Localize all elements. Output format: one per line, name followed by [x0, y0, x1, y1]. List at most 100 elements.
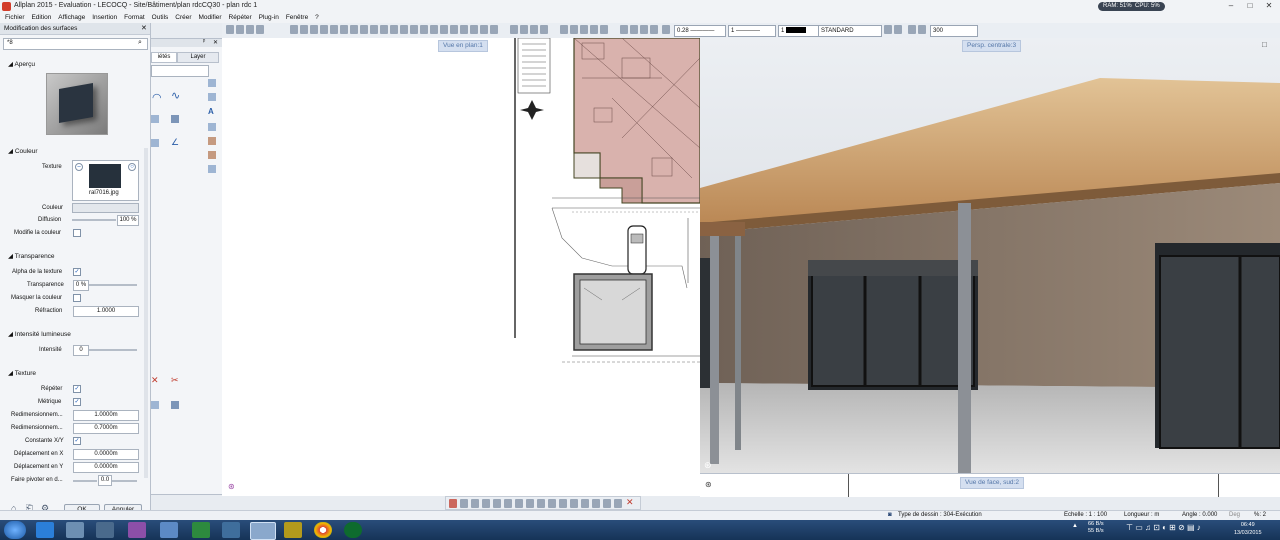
circle-tool-icon[interactable]: ◠: [152, 91, 162, 104]
eyedropper-icon[interactable]: [640, 25, 648, 34]
grid-tool-icon[interactable]: [151, 139, 159, 147]
measure-icon[interactable]: [410, 25, 418, 34]
allplan-task-icon[interactable]: [250, 522, 276, 540]
green-app-icon[interactable]: [344, 522, 362, 538]
bottom-tool-12-icon[interactable]: [570, 499, 578, 508]
resize1-input[interactable]: 1.0000m: [73, 410, 139, 421]
palette2-close-icon[interactable]: ✕: [213, 39, 218, 46]
format-props-icon[interactable]: [908, 25, 916, 34]
section-transparency[interactable]: ◢ Transparence: [8, 252, 55, 260]
rect-tool-icon[interactable]: [151, 115, 159, 123]
layer-select[interactable]: STANDARD: [818, 25, 882, 37]
delete-icon[interactable]: [310, 25, 318, 34]
eraser-icon[interactable]: [540, 25, 548, 34]
excel-icon[interactable]: [192, 522, 210, 538]
bottom-tool-6-icon[interactable]: [504, 499, 512, 508]
bottom-tool-15-icon[interactable]: [603, 499, 611, 508]
bottom-tool-9-icon[interactable]: [537, 499, 545, 508]
palette2-dropdown[interactable]: [151, 65, 209, 77]
palette2-pin-icon[interactable]: ᵖ: [203, 39, 205, 45]
measure-tool-icon[interactable]: [530, 25, 538, 34]
text-icon[interactable]: [430, 25, 438, 34]
brush-icon[interactable]: [490, 25, 498, 34]
element-icon[interactable]: [450, 25, 458, 34]
rotate-slider[interactable]: [73, 480, 97, 482]
refraction-input[interactable]: 1.0000: [73, 306, 139, 317]
rotate-icon[interactable]: [330, 25, 338, 34]
browse-texture-icon[interactable]: ○: [128, 163, 136, 171]
menu-fichier[interactable]: Fichier: [5, 13, 25, 23]
offset-icon[interactable]: [380, 25, 388, 34]
bottom-tool-4-icon[interactable]: [482, 499, 490, 508]
tray-icons[interactable]: ⊤ ▭ ♫ ⊡ ◐ ⊞ ⊘ ▤ ♪: [1126, 523, 1201, 532]
paste-icon[interactable]: [300, 25, 308, 34]
bottom-tool-13-icon[interactable]: [581, 499, 589, 508]
section-texture[interactable]: ◢ Texture: [8, 369, 36, 377]
side-tool-1-icon[interactable]: [208, 79, 216, 87]
menu-repeter[interactable]: Répéter: [229, 13, 252, 23]
color-field[interactable]: [72, 203, 139, 213]
windows-explorer-icon[interactable]: [96, 522, 114, 538]
line-tool-icon[interactable]: [510, 25, 518, 34]
document-icon[interactable]: [160, 522, 178, 538]
remove-texture-icon[interactable]: –: [75, 163, 83, 171]
section-color[interactable]: ◢ Couleur: [8, 147, 38, 155]
grid-icon[interactable]: [580, 25, 588, 34]
close-icon[interactable]: ✕: [1260, 1, 1278, 11]
viewport-maximize-icon[interactable]: □: [1262, 40, 1267, 49]
offset-x-input[interactable]: 0.0000m: [73, 449, 139, 460]
panel-scrollbar[interactable]: [144, 148, 148, 478]
menu-edition[interactable]: Edition: [31, 13, 51, 23]
select-icon[interactable]: [226, 25, 234, 34]
transparency-slider[interactable]: [89, 284, 137, 286]
line-type-select[interactable]: 1 ————: [728, 25, 776, 37]
menu-insertion[interactable]: Insertion: [92, 13, 117, 23]
rotate-slider-right[interactable]: [112, 480, 137, 482]
diffusion-input[interactable]: 100 %: [117, 215, 139, 226]
side-tool-5-icon[interactable]: [208, 137, 216, 145]
section-light[interactable]: ◢ Intensité lumineuse: [8, 330, 71, 338]
bottom-tool-8-icon[interactable]: [526, 499, 534, 508]
word-icon[interactable]: [284, 522, 302, 538]
view-icon[interactable]: [560, 25, 568, 34]
transparency-input[interactable]: 0 %: [73, 280, 89, 291]
ie-icon[interactable]: [36, 522, 54, 538]
side-tool-7-icon[interactable]: [208, 165, 216, 173]
front-view-label[interactable]: Vue de face, sud:2: [960, 477, 1024, 489]
copy-icon[interactable]: [290, 25, 298, 34]
panel-close-icon[interactable]: ✕: [141, 24, 147, 32]
modify-color-checkbox[interactable]: [73, 229, 81, 237]
angle-unit-text[interactable]: Deg: [1229, 512, 1240, 518]
texture-swatch[interactable]: ral7016.jpg – ○: [72, 160, 139, 201]
diffusion-slider[interactable]: [72, 219, 116, 221]
bottom-tool-5-icon[interactable]: [493, 499, 501, 508]
view-cube-icon[interactable]: ⊛: [704, 460, 712, 471]
explorer-tool-icon[interactable]: [66, 522, 84, 538]
angle-text[interactable]: Angle : 0.000: [1182, 512, 1217, 518]
messenger-icon[interactable]: [128, 522, 146, 538]
zoom-icon[interactable]: [236, 25, 244, 34]
tab-properties[interactable]: iétés: [151, 52, 177, 63]
menu-creer[interactable]: Créer: [175, 13, 191, 23]
menu-affichage[interactable]: Affichage: [58, 13, 85, 23]
bottom-tool-7-icon[interactable]: [515, 499, 523, 508]
percent-text[interactable]: %: 2: [1254, 512, 1266, 518]
maximize-icon[interactable]: □: [1241, 1, 1259, 11]
drawing-type-text[interactable]: Type de dessin : 304-Exécution: [898, 512, 982, 518]
plan-viewport[interactable]: Vue en plan:1 ⊛: [222, 38, 700, 496]
bottom-tool-3-icon[interactable]: [471, 499, 479, 508]
perspective-viewport[interactable]: Persp. centrale:3 ⊛: [700, 38, 1280, 473]
redo-icon[interactable]: [360, 25, 368, 34]
edit-pen-icon[interactable]: [449, 499, 457, 508]
pick-icon[interactable]: [630, 25, 638, 34]
pen-thickness-select[interactable]: 0.28 ————: [674, 25, 726, 37]
side-tool-6-icon[interactable]: [208, 151, 216, 159]
bottom-tool-2-icon[interactable]: [460, 499, 468, 508]
trim-icon[interactable]: [390, 25, 398, 34]
pan-icon[interactable]: [246, 25, 254, 34]
pen-weight-icon[interactable]: [662, 25, 670, 34]
tab-layer[interactable]: Layer: [177, 52, 219, 63]
repeat-checkbox[interactable]: ✓: [73, 385, 81, 393]
intensity-slider[interactable]: [89, 349, 137, 351]
search-icon[interactable]: ⌕: [138, 39, 142, 47]
